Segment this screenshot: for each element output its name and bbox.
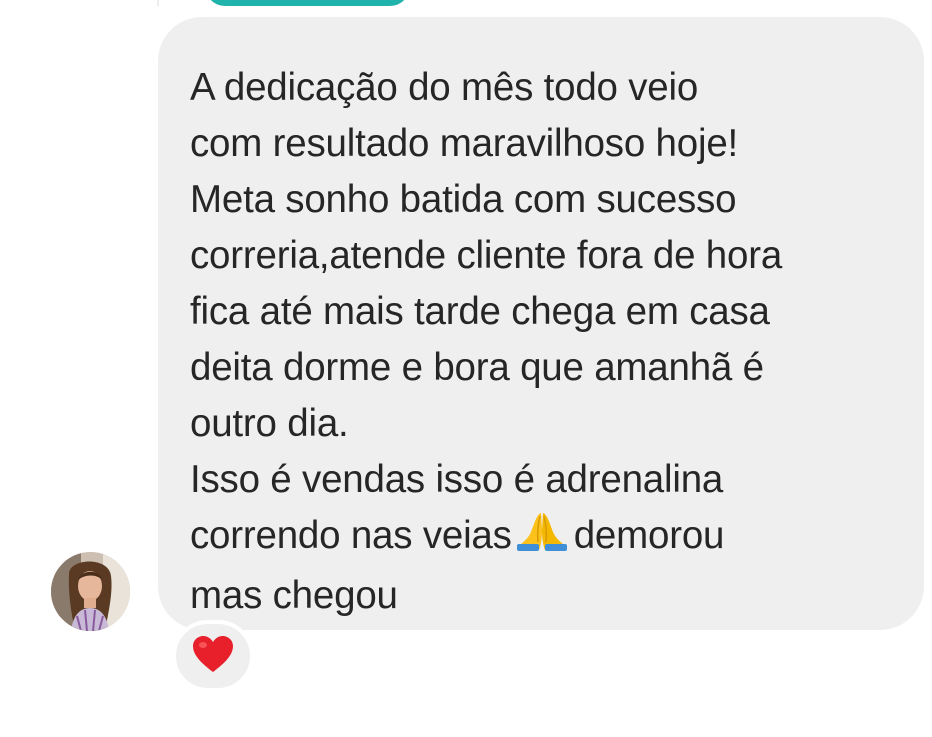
message-line: A dedicação do mês todo veio <box>190 66 699 109</box>
message-bubble[interactable]: A dedicação do mês todo veio com resulta… <box>158 17 924 630</box>
message-line: correria,atende cliente fora de hora <box>190 234 783 277</box>
message-text-before-emoji: correndo nas veias <box>190 514 512 557</box>
thread-divider <box>157 0 159 6</box>
message-line: com resultado maravilhoso hoje! <box>190 122 739 165</box>
message-line: fica até mais tarde chega em casa <box>190 290 770 333</box>
reaction-pill[interactable] <box>172 620 254 692</box>
folded-hands-icon <box>516 510 568 568</box>
message-line: Isso é vendas isso é adrenalina <box>190 458 724 501</box>
message-text-after-emoji: demorou <box>573 514 725 557</box>
message-line: Meta sonho batida com sucesso <box>190 178 737 221</box>
previous-message-bubble-edge[interactable] <box>205 0 410 6</box>
heart-icon <box>191 634 235 679</box>
message-line: deita dorme e bora que amanhã é <box>190 346 764 389</box>
message-line: mas chegou <box>190 574 398 617</box>
message-line: outro dia. <box>190 402 349 445</box>
message-line-with-emoji: correndo nas veias demorou <box>190 508 904 568</box>
avatar[interactable] <box>51 552 130 631</box>
